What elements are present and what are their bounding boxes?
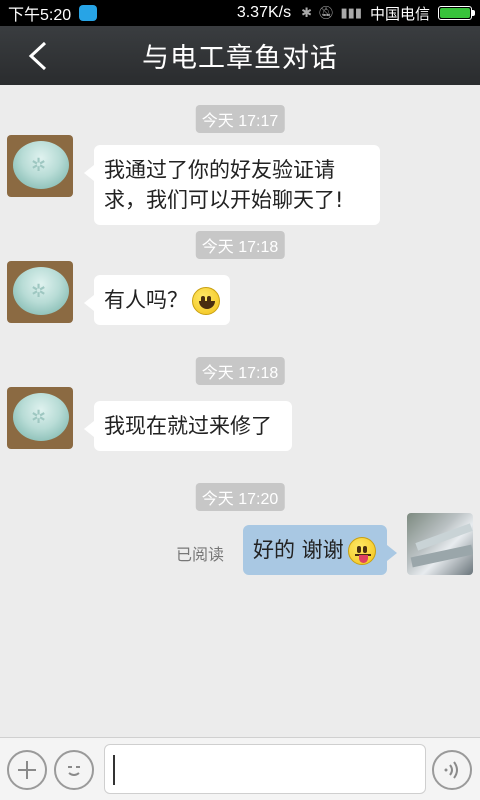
message-bubble-outgoing[interactable]: 好的 谢谢 (243, 525, 397, 575)
chat-area[interactable]: 今天 17:17 我通过了你的好友验证请 求，我们可以开始聊天了! 今天 17:… (0, 85, 480, 737)
add-attachment-button[interactable] (7, 750, 47, 790)
message-timestamp: 今天 17:18 (195, 357, 285, 385)
message-input[interactable] (104, 744, 426, 794)
message-text: 我现在就过来修了 (104, 414, 272, 438)
message-bubble-incoming[interactable]: 我通过了你的好友验证请 求，我们可以开始聊天了! (84, 145, 380, 225)
input-bar (0, 737, 480, 800)
status-icons: ✱ 🔕︎ ▮▮▮ (301, 6, 362, 21)
status-bar: 下午5:20 3.37K/s ✱ 🔕︎ ▮▮▮ 中国电信 (0, 0, 480, 26)
tongue-face-icon (347, 537, 376, 565)
message-text-line: 我通过了你的好友验证请 (104, 158, 335, 182)
read-status: 已阅读 (176, 545, 225, 564)
plus-icon (18, 761, 36, 779)
contact-avatar[interactable] (7, 135, 73, 197)
status-time: 下午5:20 (8, 7, 72, 24)
chevron-left-icon (28, 41, 47, 71)
message-timestamp: 今天 17:20 (195, 483, 285, 511)
notification-app-icon (79, 5, 98, 21)
grinning-face-icon (192, 287, 220, 315)
carrier-name: 中国电信 (369, 4, 430, 23)
network-speed: 3.37K/s (236, 4, 292, 21)
contact-avatar[interactable] (7, 261, 73, 323)
header-bar: 与电工章鱼对话 (0, 26, 480, 85)
emoji-face-icon (68, 766, 80, 776)
voice-icon (444, 761, 458, 779)
message-timestamp: 今天 17:17 (195, 105, 285, 133)
message-bubble-incoming[interactable]: 有人吗？ (84, 275, 230, 325)
back-button[interactable] (20, 38, 56, 74)
contact-avatar[interactable] (7, 387, 73, 449)
message-text-line: 求，我们可以开始聊天了! (104, 188, 344, 212)
mute-icon: 🔕︎ (318, 5, 335, 21)
message-timestamp: 今天 17:18 (195, 231, 285, 259)
message-bubble-incoming[interactable]: 我现在就过来修了 (84, 401, 292, 451)
battery-icon (438, 6, 475, 20)
text-caret (113, 755, 115, 785)
message-text: 好的 谢谢 (253, 538, 344, 562)
user-avatar[interactable] (407, 513, 473, 575)
emoji-button[interactable] (54, 750, 94, 790)
bluetooth-icon: ✱ (301, 5, 312, 21)
message-text: 有人吗？ (104, 288, 188, 312)
voice-button[interactable] (432, 750, 472, 790)
page-title: 与电工章鱼对话 (142, 43, 338, 74)
signal-icon: ▮▮▮ (340, 5, 362, 21)
